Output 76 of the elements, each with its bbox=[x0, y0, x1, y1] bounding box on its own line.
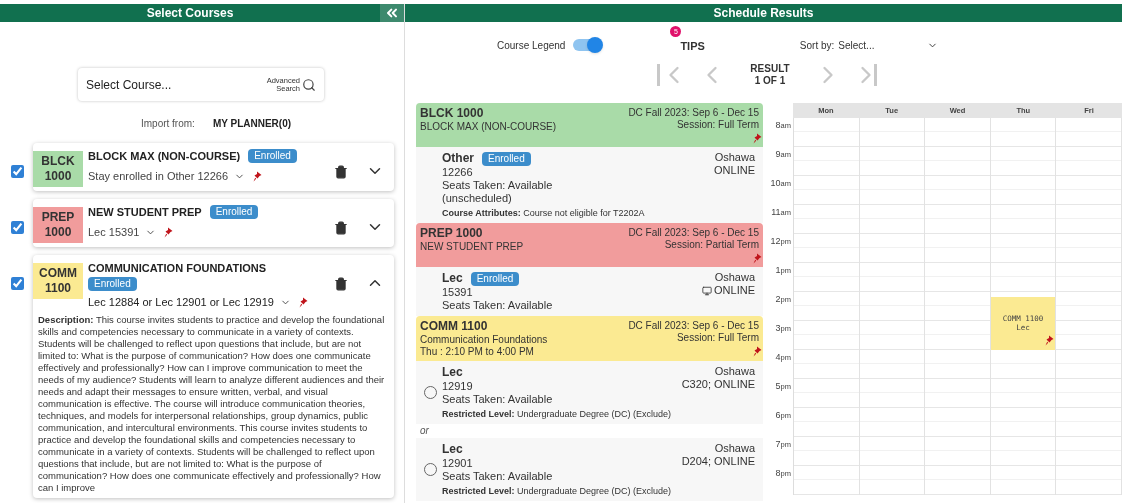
result-code: BLCK 1000 bbox=[420, 106, 485, 121]
session-text: Session: Partial Term bbox=[664, 239, 759, 251]
section-number: 12266 bbox=[442, 166, 474, 179]
status-badge: Enrolled bbox=[88, 277, 137, 291]
pin-icon[interactable] bbox=[753, 253, 762, 264]
section-number: 12919 bbox=[442, 380, 474, 393]
legend-label: Course Legend bbox=[497, 38, 566, 53]
status-badge: Enrolled bbox=[482, 151, 531, 166]
section-select[interactable]: Lec 12884 or Lec 12901 or Lec 12919 bbox=[88, 294, 274, 311]
section-note: Restricted Level: Undergraduate Degree (DC) (Exclude) bbox=[442, 485, 673, 497]
trash-icon[interactable] bbox=[334, 277, 348, 291]
course-checkbox[interactable] bbox=[11, 165, 24, 178]
pin-icon[interactable] bbox=[753, 346, 762, 357]
result-title: Communication Foundations bbox=[420, 334, 548, 346]
campus-text: Oshawa bbox=[714, 271, 755, 284]
course-code: BLCK 1000 bbox=[33, 151, 83, 187]
sort-select[interactable]: Sort by: Select... bbox=[799, 37, 938, 53]
section-number: 12901 bbox=[442, 457, 474, 470]
location-text: ONLINE bbox=[714, 284, 755, 297]
section-type: Lec bbox=[442, 365, 463, 380]
section-note: Course Attributes: Course not eligible for T2202A bbox=[442, 207, 646, 219]
location-text: C320; ONLINE bbox=[681, 378, 755, 391]
section-select[interactable]: Lec 15391 bbox=[88, 224, 140, 241]
course-code: PREP 1000 bbox=[33, 207, 83, 243]
course-code: COMM 1100 bbox=[33, 263, 83, 299]
status-badge: Enrolled bbox=[209, 205, 259, 219]
seats-text: Seats Taken: Available bbox=[442, 179, 553, 192]
schedule-note: (unscheduled) bbox=[442, 192, 513, 205]
pin-icon[interactable] bbox=[753, 133, 762, 144]
legend-toggle[interactable] bbox=[573, 39, 602, 51]
section-number: 15391 bbox=[442, 286, 474, 299]
result-code: PREP 1000 bbox=[420, 226, 484, 241]
course-description: Description: This course invites students to practice and develop the foundational skills and competencies necessary to communicate in a variety of contexts. Students will be challenged to reflect upon questions that include, but are not limited to: What is the purpose of communication? How does one communicate effectively and professionally? How can I improve communication to meet the needs of my audience? Students will learn to analyze different audiences and their needs and adapt their messages to ensure written, verbal, and visual communication is effective. The course will introduce communication theories, techniques, and models for interpersonal relationships, group dynamics, public communication, and intercultural environments. This course invites students to practice and develop the foundational skills and competencies necessary to communicate in a variety of contexts. Students will be challenged to reflect upon questions that include, but are not limited to: What is the purpose of communication? How does one communicate effectively and professionally? How can I improve bbox=[37, 313, 386, 494]
status-badge: Enrolled bbox=[248, 149, 297, 163]
section-type: Other bbox=[442, 151, 474, 166]
course-title: COMMUNICATION FOUNDATIONS bbox=[88, 261, 267, 276]
result-counter: RESULT 1 OF 1 bbox=[749, 63, 791, 87]
session-text: Session: Full Term bbox=[676, 332, 759, 344]
term-text: DC Fall 2023: Sep 6 - Dec 15 bbox=[628, 226, 759, 239]
campus-text: Oshawa bbox=[714, 442, 755, 455]
search-icon[interactable] bbox=[302, 77, 316, 92]
pin-icon[interactable] bbox=[298, 296, 308, 308]
course-checkbox[interactable] bbox=[11, 221, 24, 234]
section-note: Restricted Level: Undergraduate Degree (DC) (Exclude) bbox=[442, 408, 673, 420]
import-label: Import from: bbox=[140, 117, 195, 131]
pin-icon[interactable] bbox=[1045, 335, 1055, 346]
session-text: Session: Full Term bbox=[676, 119, 759, 131]
section-type: Lec bbox=[442, 271, 463, 286]
seats-text: Seats Taken: Available bbox=[442, 470, 553, 483]
status-badge: Enrolled bbox=[470, 271, 520, 286]
section-type: Lec bbox=[442, 442, 463, 457]
campus-text: Oshawa bbox=[714, 151, 755, 164]
tips-link[interactable]: TIPS bbox=[680, 38, 705, 55]
trash-icon[interactable] bbox=[334, 165, 348, 179]
result-title: NEW STUDENT PREP bbox=[420, 241, 524, 253]
pin-icon[interactable] bbox=[164, 226, 174, 238]
location-text: ONLINE bbox=[714, 164, 755, 177]
term-text: DC Fall 2023: Sep 6 - Dec 15 bbox=[628, 106, 759, 119]
course-title: NEW STUDENT PREP bbox=[88, 205, 202, 220]
seats-text: Seats Taken: Available bbox=[442, 299, 553, 312]
panel-title: Schedule Results bbox=[713, 5, 814, 22]
meeting-time: Thu : 2:10 PM to 4:00 PM bbox=[420, 346, 535, 358]
panel-title: Select Courses bbox=[145, 5, 235, 22]
campus-text: Oshawa bbox=[714, 365, 755, 378]
term-text: DC Fall 2023: Sep 6 - Dec 15 bbox=[628, 319, 759, 332]
seats-text: Seats Taken: Available bbox=[442, 393, 553, 406]
course-checkbox[interactable] bbox=[11, 277, 24, 290]
trash-icon[interactable] bbox=[334, 221, 348, 235]
course-title: BLOCK MAX (NON-COURSE) bbox=[88, 149, 241, 164]
result-title: BLOCK MAX (NON-COURSE) bbox=[420, 121, 557, 133]
planner-link[interactable]: MY PLANNER(0) bbox=[212, 116, 292, 131]
collapse-button[interactable] bbox=[380, 4, 404, 22]
pin-icon[interactable] bbox=[253, 170, 263, 182]
result-code: COMM 1100 bbox=[420, 319, 489, 334]
location-text: D204; ONLINE bbox=[681, 455, 755, 468]
section-select[interactable]: Stay enrolled in Other 12266 bbox=[88, 168, 229, 185]
